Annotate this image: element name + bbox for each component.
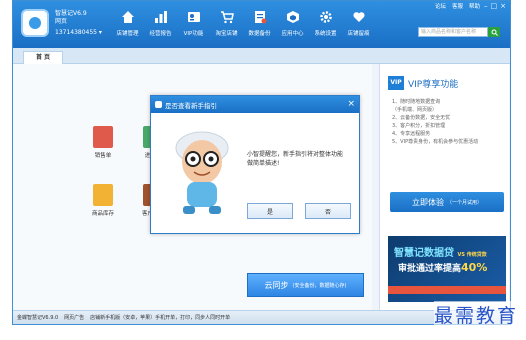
brand-name: 智慧记V6.9 (55, 10, 87, 17)
minimize-icon[interactable]: – (484, 2, 488, 10)
dialog-yes-button[interactable]: 是 (247, 203, 293, 219)
try-now-label: 立即体验 (411, 197, 444, 207)
vip-panel: VIP VIP尊享功能 1、随时随地数据查询 （手机端、网页版） 2、云备份数据… (379, 64, 509, 312)
mascot-illustration (175, 131, 229, 214)
nav-business-report[interactable]: 经营报告 (144, 9, 177, 43)
vip-badge-icon: VIP (388, 76, 404, 90)
main-nav: 店铺管理 经营报告 VIP功能 淘宝店铺 数据备份 应用中心 系统设置 店铺留痕 (111, 9, 375, 43)
vip-feature: 1、随时随地数据查询 (392, 99, 441, 105)
tab-home[interactable]: 首 页 (23, 51, 63, 64)
nav-label: 淘宝店铺 (215, 31, 238, 37)
status-text[interactable]: 店铺新手机版（安卓，苹果）手机开单，打印，同步人同时开单 (90, 314, 230, 321)
cloud-sync-sub: (安全备份，数据随心存) (292, 282, 347, 289)
nav-system-settings[interactable]: 系统设置 (309, 9, 342, 43)
guide-dialog: 是否查看新手指引 × 小智提醒您，新手指引将对整体功能做简单描述! 是 否 (150, 95, 360, 234)
window-controls: – □ × (484, 2, 506, 10)
nav-taobao-store[interactable]: 淘宝店铺 (210, 9, 243, 43)
vip-header: VIP VIP尊享功能 (388, 76, 458, 90)
dialog-message: 小智提醒您，新手指引将对整体功能做简单描述! (247, 151, 344, 167)
bar-chart-icon (153, 9, 169, 25)
app-center-icon (285, 9, 301, 25)
tile-sales-order[interactable]: 销售单 (83, 126, 123, 159)
dialog-no-button[interactable]: 否 (305, 203, 351, 219)
ad-title: 智慧记数据贷 (394, 248, 454, 259)
tile-inventory[interactable]: 商品库存 (83, 184, 123, 217)
header: 智慧记V6.9 网页 13714380455 ▾ 店铺管理 经营报告 VIP功能… (13, 1, 510, 48)
ad-percent: 40% (461, 261, 488, 274)
nav-vip[interactable]: VIP功能 (177, 9, 210, 43)
nav-label: 应用中心 (281, 31, 304, 37)
version-label: 金蝶智慧记V6.9.0 (17, 315, 59, 321)
nav-store-trace[interactable]: 店铺留痕 (342, 9, 375, 43)
backup-icon (252, 9, 268, 25)
vip-feature: 4、专享远程服务 (392, 131, 431, 137)
dialog-close-icon[interactable]: × (347, 99, 355, 109)
cloud-sync-button[interactable]: 云同步 (安全备份，数据随心存) (247, 273, 364, 297)
nav-label: 店铺管理 (116, 31, 139, 37)
ad-tag: VS 传统贷款 (457, 252, 487, 258)
data-loan-ad-banner[interactable]: 智慧记数据贷 VS 传统贷款 审批通过率提高40% (388, 236, 506, 302)
support-link[interactable]: 客服 (452, 2, 463, 10)
ad-line: 审批通过率提高 (398, 264, 462, 274)
vip-card-icon (186, 9, 202, 25)
nav-label: 店铺留痕 (347, 31, 370, 37)
watermark-text: 最需教育 (433, 301, 518, 328)
nav-data-backup[interactable]: 数据备份 (243, 9, 276, 43)
vip-feature: （手机端、网页版） (392, 107, 438, 113)
try-now-button[interactable]: 立即体验 （一个月试用） (390, 192, 504, 212)
nav-app-center[interactable]: 应用中心 (276, 9, 309, 43)
heart-icon (351, 9, 367, 25)
dialog-title: 是否查看新手指引 (165, 101, 217, 110)
nav-label: 系统设置 (314, 31, 337, 37)
inventory-icon (93, 184, 113, 206)
close-icon[interactable]: × (500, 2, 506, 10)
nav-label: VIP功能 (183, 31, 204, 37)
web-ad-link[interactable]: 网页广告 (64, 314, 84, 321)
top-links: 论坛 客服 帮助 (435, 2, 480, 10)
account-number[interactable]: 13714380455 (55, 29, 97, 36)
tile-label: 销售单 (94, 153, 112, 159)
try-now-sub: （一个月试用） (446, 199, 482, 206)
brand-block: 智慧记V6.9 网页 13714380455 ▾ (55, 10, 102, 36)
forum-link[interactable]: 论坛 (435, 2, 446, 10)
search-button[interactable] (488, 27, 500, 37)
brand-sub: 网页 (55, 18, 68, 25)
dialog-titlebar: 是否查看新手指引 (151, 96, 359, 113)
gear-icon (318, 9, 334, 25)
cart-icon (219, 9, 235, 25)
maximize-icon[interactable]: □ (491, 2, 498, 10)
vip-feature-list: 1、随时随地数据查询 （手机端、网页版） 2、云备份数据，安全无忧 3、客户积分… (392, 98, 478, 146)
nav-label: 经营报告 (149, 31, 172, 37)
app-small-icon (155, 101, 162, 108)
search-input[interactable]: 输入商品名称和客户名称 (418, 27, 488, 37)
cloud-sync-label: 云同步 (264, 280, 289, 290)
nav-label: 数据备份 (248, 31, 271, 37)
tab-bar: 首 页 (13, 48, 510, 64)
ad-decor-bar (388, 286, 506, 294)
tile-label: 商品库存 (91, 211, 114, 217)
help-link[interactable]: 帮助 (469, 2, 480, 10)
vip-title: VIP尊享功能 (408, 79, 459, 90)
vip-feature: 5、VIP尊贵身份，有机会参与优惠活动 (392, 139, 479, 145)
nav-store-management[interactable]: 店铺管理 (111, 9, 144, 43)
home-icon (120, 9, 136, 25)
vip-feature: 2、云备份数据，安全无忧 (392, 115, 451, 121)
app-logo (21, 9, 49, 37)
search-icon (491, 29, 498, 36)
vip-feature: 3、客户积分，折扣管理 (392, 123, 446, 129)
sales-order-icon (93, 126, 113, 148)
